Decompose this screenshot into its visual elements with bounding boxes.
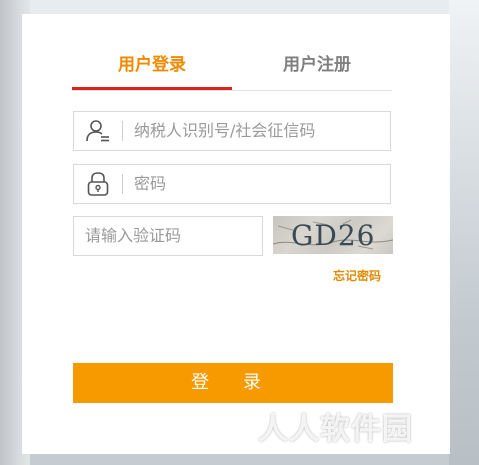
tab-user-register[interactable]: 用户注册 <box>242 50 392 88</box>
watermark-text: 人人软件园 <box>258 412 413 447</box>
field-divider <box>122 121 123 141</box>
taxpayer-id-field[interactable]: 纳税人识别号/社会征信码 <box>73 111 391 151</box>
login-button[interactable]: 登 录 <box>73 363 393 403</box>
password-field[interactable]: 密码 <box>73 164 391 204</box>
tab-user-login[interactable]: 用户登录 <box>72 50 232 90</box>
lock-icon <box>74 165 122 203</box>
captcha-code: GD26 <box>291 219 376 252</box>
field-divider <box>122 174 123 194</box>
captcha-placeholder: 请输入验证码 <box>85 226 182 245</box>
password-placeholder: 密码 <box>134 174 167 193</box>
background-right <box>449 0 479 465</box>
captcha-image[interactable]: GD26 <box>273 216 393 254</box>
captcha-input[interactable]: 请输入验证码 <box>73 216 263 256</box>
taxpayer-id-placeholder: 纳税人识别号/社会征信码 <box>134 121 316 140</box>
forgot-password-link[interactable]: 忘记密码 <box>333 267 381 284</box>
user-icon <box>74 112 122 150</box>
login-panel: 用户登录 用户注册 纳税人识别号/社会征信码 密码 请输入验证码 GD26 忘记… <box>22 14 450 454</box>
tab-bar: 用户登录 用户注册 <box>72 50 392 91</box>
